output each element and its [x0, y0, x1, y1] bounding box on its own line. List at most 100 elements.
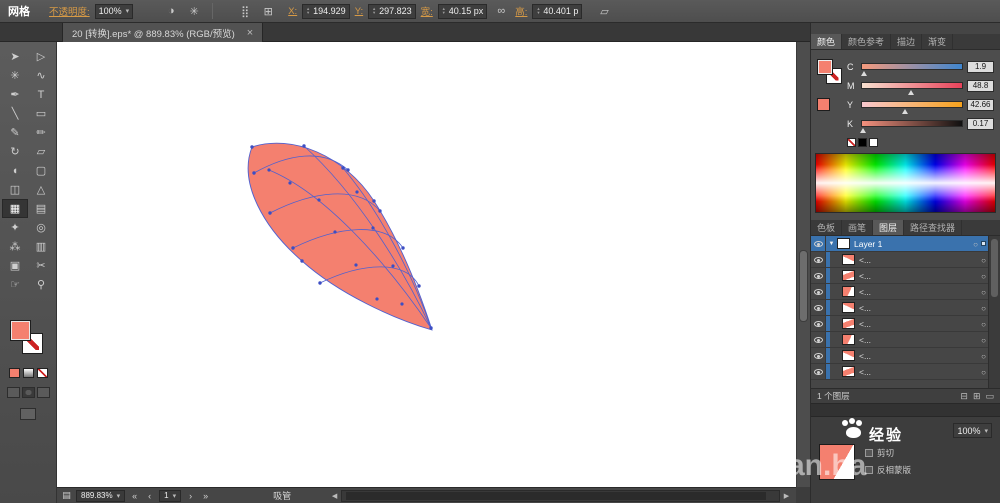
vertical-scrollbar-thumb[interactable] [799, 250, 808, 322]
artboard-nav-icon[interactable]: ▤ [61, 490, 72, 501]
selection-indicator[interactable] [981, 241, 986, 246]
tool-symbol-sprayer[interactable]: ⁂ [2, 237, 28, 256]
mesh-petal-shape[interactable] [57, 42, 796, 487]
tool-free-transform[interactable]: ▢ [28, 161, 54, 180]
tool-perspective-grid[interactable]: △ [28, 180, 54, 199]
tool-type[interactable]: T [28, 85, 54, 104]
align-grid-icon[interactable]: ⣿ [236, 3, 254, 19]
slider-marker[interactable] [861, 71, 867, 76]
opacity-field[interactable]: 100% ▾ [95, 4, 134, 19]
yellow-slider-track[interactable] [861, 101, 963, 108]
layer-row[interactable]: <... [811, 284, 1000, 300]
visibility-toggle[interactable] [811, 332, 826, 347]
visibility-toggle[interactable] [811, 300, 826, 315]
draw-normal-button[interactable] [7, 387, 20, 398]
tool-pen[interactable]: ✒ [2, 85, 28, 104]
magenta-slider-track[interactable] [861, 82, 963, 89]
visibility-toggle[interactable] [811, 268, 826, 283]
black-swatch[interactable] [858, 138, 867, 147]
tool-column-graph[interactable]: ▥ [28, 237, 54, 256]
height-field[interactable]: 40.401 p [532, 4, 582, 19]
stepper-icon[interactable] [306, 7, 310, 15]
layer-name[interactable]: <... [859, 335, 871, 345]
layers-scrollbar-thumb[interactable] [991, 239, 998, 297]
tab-pathfinder[interactable]: 路径查找器 [904, 220, 962, 235]
tool-gradient[interactable]: ▤ [28, 199, 54, 218]
tool-line-segment[interactable]: ╲ [2, 104, 28, 123]
x-field[interactable]: 194.929 [302, 4, 350, 19]
tab-brushes[interactable]: 画笔 [842, 220, 873, 235]
vertical-scrollbar[interactable] [796, 42, 810, 487]
slider-marker[interactable] [902, 109, 908, 114]
target-circle-icon[interactable] [973, 239, 978, 249]
fill-swatch[interactable] [817, 59, 833, 75]
x-label[interactable]: X: [288, 6, 297, 17]
layer-name[interactable]: <... [859, 271, 871, 281]
opacity-label[interactable]: 不透明度: [49, 4, 90, 18]
first-artboard-button[interactable]: « [129, 491, 140, 501]
tool-zoom[interactable]: ⚲ [28, 275, 54, 294]
tool-direct-selection[interactable]: ▷ [28, 47, 54, 66]
gradient-button[interactable] [23, 368, 34, 378]
height-label[interactable]: 高: [515, 4, 527, 18]
width-field[interactable]: 40.15 px [438, 4, 488, 19]
transparency-opacity-field[interactable]: 100% ▾ [953, 423, 992, 438]
tool-rectangle[interactable]: ▭ [28, 104, 54, 123]
layer-name[interactable]: <... [859, 319, 871, 329]
tool-rotate[interactable]: ↻ [2, 142, 28, 161]
object-thumbnail[interactable] [819, 444, 855, 480]
last-artboard-button[interactable]: » [200, 491, 211, 501]
target-circle-icon[interactable] [981, 367, 986, 377]
layer-row[interactable]: <... [811, 268, 1000, 284]
target-circle-icon[interactable] [981, 335, 986, 345]
target-circle-icon[interactable] [981, 287, 986, 297]
magenta-value-field[interactable]: 48.8 [967, 80, 994, 92]
target-circle-icon[interactable] [981, 319, 986, 329]
slider-marker[interactable] [860, 128, 866, 133]
new-sublayer-button[interactable]: ⊟ [960, 391, 968, 402]
layers-scrollbar[interactable] [988, 236, 1000, 388]
tab-gradient[interactable]: 渐变 [922, 34, 953, 49]
mesh-color-chip[interactable] [817, 98, 830, 111]
color-spectrum[interactable] [815, 153, 996, 213]
layer-row[interactable]: <... [811, 348, 1000, 364]
slider-marker[interactable] [908, 90, 914, 95]
shear-icon[interactable]: ▱ [595, 3, 613, 19]
stepper-icon[interactable] [536, 7, 540, 15]
target-circle-icon[interactable] [981, 271, 986, 281]
stepper-icon[interactable] [442, 7, 446, 15]
artboard-canvas[interactable] [57, 42, 796, 487]
black-slider-track[interactable] [861, 120, 963, 127]
yellow-value-field[interactable]: 42.66 [967, 99, 994, 111]
visibility-toggle[interactable] [811, 348, 826, 363]
stepper-icon[interactable] [372, 7, 376, 15]
tool-pencil[interactable]: ✏ [28, 123, 54, 142]
white-swatch[interactable] [869, 138, 878, 147]
opacity-circle-icon[interactable]: ◑ [162, 3, 180, 19]
tool-mesh[interactable]: ▦ [2, 199, 28, 218]
tool-artboard[interactable]: ▣ [2, 256, 28, 275]
target-circle-icon[interactable] [981, 255, 986, 265]
link-dimensions-icon[interactable]: ∞ [492, 3, 510, 19]
tool-hand[interactable]: ☞ [2, 275, 28, 294]
tab-swatches[interactable]: 色板 [811, 220, 842, 235]
delete-layer-button[interactable]: ▭ [985, 391, 994, 402]
target-circle-icon[interactable] [981, 351, 986, 361]
tool-lasso[interactable]: ∿ [28, 66, 54, 85]
new-layer-button[interactable]: ⊞ [973, 391, 981, 402]
tool-slice[interactable]: ✂ [28, 256, 54, 275]
y-label[interactable]: Y: [355, 6, 363, 17]
artboard-number-field[interactable]: 1 ▾ [159, 490, 181, 502]
visibility-toggle[interactable] [811, 316, 826, 331]
none-button[interactable] [37, 368, 48, 378]
tool-width[interactable]: ◖ [2, 161, 28, 180]
visibility-toggle[interactable] [811, 364, 826, 379]
layer-name[interactable]: <... [859, 303, 871, 313]
next-artboard-button[interactable]: › [185, 491, 196, 501]
none-swatch[interactable] [847, 138, 856, 147]
scroll-left-icon[interactable]: ◀ [329, 492, 340, 500]
visibility-toggle[interactable] [811, 236, 826, 251]
visibility-toggle[interactable] [811, 252, 826, 267]
style-icon[interactable]: ✳ [185, 3, 203, 19]
tool-shape-builder[interactable]: ◫ [2, 180, 28, 199]
